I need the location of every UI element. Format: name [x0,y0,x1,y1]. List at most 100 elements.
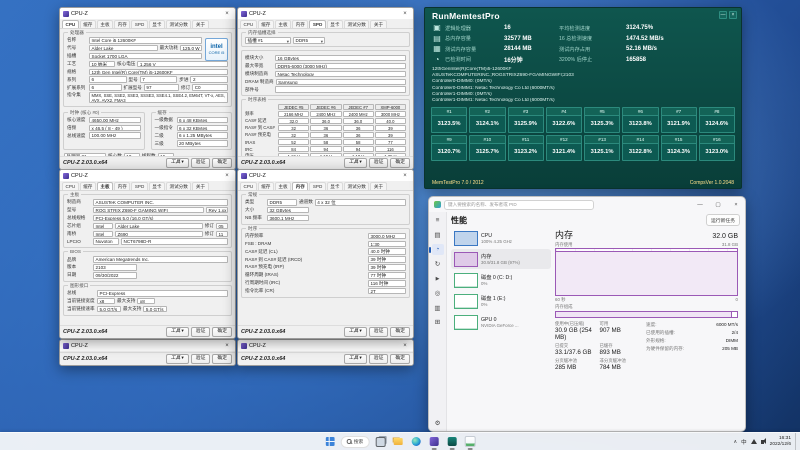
perf-card[interactable]: 磁盘 1 (E:) 0% [451,291,551,311]
sidebar-item-services[interactable] [432,317,444,328]
tab[interactable]: CPU [240,182,257,191]
tab[interactable]: 显卡 [327,20,343,29]
close-icon[interactable]: × [219,340,235,351]
tab[interactable]: SPD [131,20,147,29]
close-icon[interactable]: × [397,340,413,351]
ok-button[interactable]: 确定 [390,158,410,168]
taskbar-search[interactable]: 搜索 [341,436,370,448]
sidebar-item-users[interactable] [432,288,444,299]
tab[interactable]: 内存 [114,182,130,191]
validate-button[interactable]: 验证 [191,354,211,364]
start-button[interactable] [323,435,337,449]
titlebar[interactable]: — ▢ × [429,197,745,212]
close-icon[interactable]: × [729,11,737,19]
ok-button[interactable]: 确定 [390,354,410,364]
titlebar[interactable]: CPU-Z × [60,340,235,351]
tab[interactable]: 主板 [97,182,113,191]
tools-button[interactable]: 工具▾ [344,354,367,364]
run-new-task-button[interactable]: 运行新任务 [706,214,740,226]
tab[interactable]: 测试分数 [344,20,369,29]
tab[interactable]: SPD [309,20,325,29]
cpuz-taskbar-icon[interactable] [427,435,441,449]
validate-button[interactable]: 验证 [369,158,389,168]
tab[interactable]: 内存 [114,20,130,29]
sidebar-item-performance[interactable] [432,244,444,255]
tab[interactable]: 显卡 [149,182,165,191]
tab[interactable]: SPD [131,182,147,191]
edge-browser-icon[interactable] [409,435,423,449]
task-manager-taskbar-icon[interactable] [463,435,477,449]
minimize-icon[interactable]: — [691,197,709,212]
tools-button[interactable]: 工具▾ [166,354,189,364]
memtest-taskbar-icon[interactable] [445,435,459,449]
maximize-icon[interactable]: ▢ [709,197,727,212]
tab[interactable]: 内存 [292,182,308,191]
validate-button[interactable]: 验证 [191,327,211,337]
close-icon[interactable]: × [219,8,235,19]
tab[interactable]: 测试分数 [166,20,191,29]
tools-button[interactable]: 工具▾ [344,158,367,168]
sidebar-item-details[interactable] [432,302,444,313]
tab[interactable]: CPU [62,20,79,29]
titlebar[interactable]: CPU-Z × [60,170,235,181]
tab[interactable]: 显卡 [149,20,165,29]
tab[interactable]: SPD [309,182,325,191]
sidebar-item-app-history[interactable] [432,259,444,270]
tab[interactable]: 缓存 [258,20,274,29]
perf-card[interactable]: CPU 100% 4.25 GHz [451,228,551,248]
close-icon[interactable]: × [397,8,413,19]
slot-selector[interactable]: 插槽 #1 [245,37,291,44]
network-icon[interactable] [751,439,757,444]
ok-button[interactable]: 确定 [212,327,232,337]
tab[interactable]: 关于 [192,20,208,29]
tab[interactable]: 缓存 [258,182,274,191]
show-desktop-button[interactable] [795,433,797,450]
tab[interactable]: 内存 [292,20,308,29]
tab[interactable]: 主板 [275,182,291,191]
close-icon[interactable]: × [727,197,745,212]
gear-icon[interactable] [432,417,444,428]
ok-button[interactable]: 确定 [390,327,410,337]
tab[interactable]: CPU [62,182,79,191]
volume-icon[interactable] [761,440,764,444]
close-icon[interactable]: × [219,170,235,181]
input-method-indicator[interactable]: 中 [741,438,747,446]
tab[interactable]: 关于 [370,182,386,191]
hidden-icons-chevron[interactable]: ∧ [733,439,737,445]
tab[interactable]: 显卡 [327,182,343,191]
file-explorer-icon[interactable] [391,435,405,449]
tab[interactable]: 测试分数 [166,182,191,191]
validate-button[interactable]: 验证 [191,158,211,168]
tab[interactable]: 主板 [97,20,113,29]
titlebar[interactable]: CPU-Z × [60,8,235,19]
sidebar-item-processes[interactable] [432,230,444,241]
tab[interactable]: 关于 [370,20,386,29]
tab[interactable]: 关于 [192,182,208,191]
minimize-icon[interactable]: — [719,11,727,19]
perf-card[interactable]: 内存 30.9/31.8 GB (97%) [451,249,551,269]
titlebar[interactable]: CPU-Z × [238,8,413,19]
tab[interactable]: 缓存 [80,20,96,29]
tab[interactable]: CPU [240,20,257,29]
tab[interactable]: 主板 [275,20,291,29]
titlebar[interactable]: CPU-Z × [238,340,413,351]
search-input[interactable] [444,200,594,210]
ddr-type-selector[interactable]: DDR5 [293,37,325,44]
tools-button[interactable]: 工具▾ [166,327,189,337]
close-icon[interactable]: × [397,170,413,181]
tab[interactable]: 缓存 [80,182,96,191]
validate-button[interactable]: 验证 [369,354,389,364]
titlebar[interactable]: CPU-Z × [238,170,413,181]
task-view-button[interactable] [373,435,387,449]
menu-icon[interactable] [432,215,444,226]
ok-button[interactable]: 确定 [212,158,232,168]
validate-button[interactable]: 验证 [369,327,389,337]
tools-button[interactable]: 工具▾ [166,158,189,168]
tab[interactable]: 测试分数 [344,182,369,191]
sidebar-item-startup-apps[interactable] [432,273,444,284]
perf-card[interactable]: 磁盘 0 (C: D:) 0% [451,270,551,290]
tools-button[interactable]: 工具▾ [344,327,367,337]
taskbar-clock[interactable]: 16:31 2022/12/6 [770,436,791,448]
perf-card[interactable]: GPU 0 NVIDIA GeForce ... [451,312,551,332]
ok-button[interactable]: 确定 [212,354,232,364]
